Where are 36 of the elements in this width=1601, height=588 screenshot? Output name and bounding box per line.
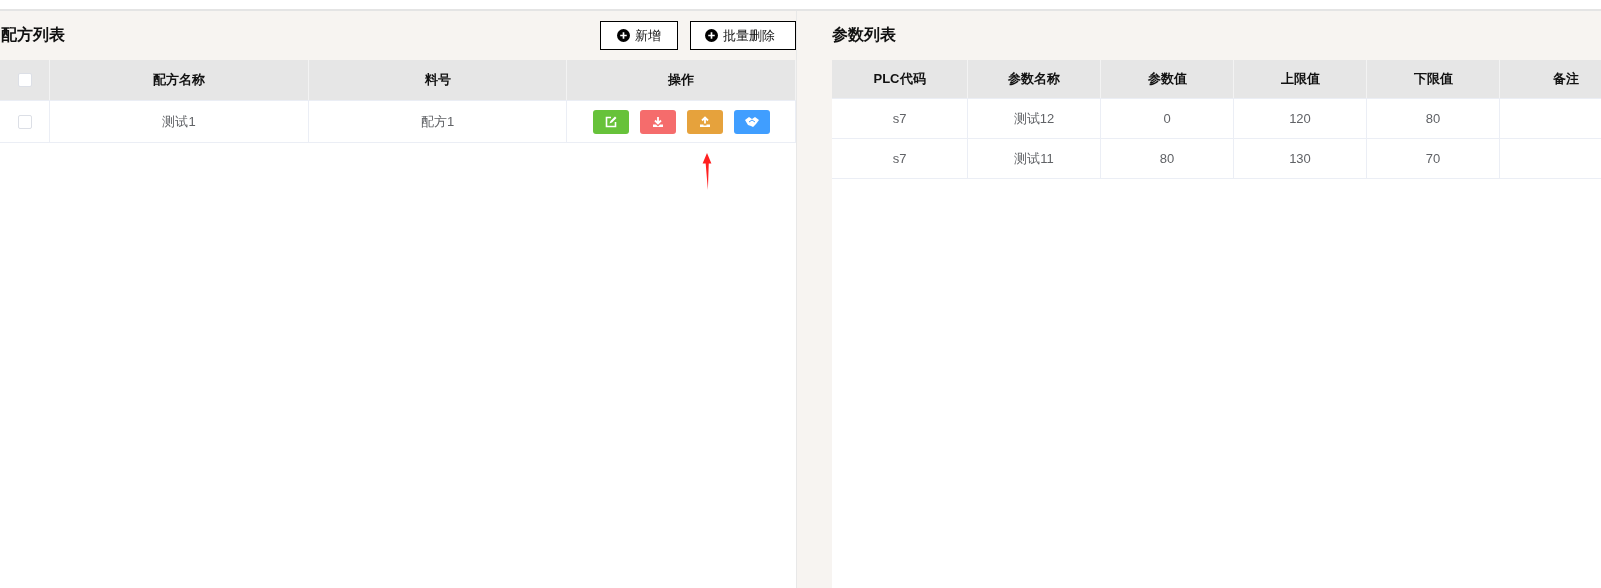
table-cell: 130 [1289, 151, 1311, 166]
column-header: 参数名称 [1008, 70, 1060, 88]
table-cell: 配方1 [420, 112, 455, 131]
column-header: 参数值 [1147, 70, 1187, 88]
column-header: 下限值 [1413, 70, 1453, 88]
column-header: 备注 [1553, 70, 1579, 88]
table-cell: 120 [1289, 111, 1311, 126]
upload-button[interactable] [686, 109, 723, 134]
table-cell: s7 [892, 151, 907, 166]
download-icon [651, 115, 664, 128]
panel-title: 配方列表 [1, 25, 65, 45]
column-header: 操作 [668, 71, 694, 89]
upload-icon [698, 115, 711, 128]
edit-button[interactable] [592, 109, 629, 134]
table-cell: 0 [1163, 111, 1171, 126]
table-cell: 80 [1159, 151, 1175, 166]
edit-icon [604, 115, 617, 128]
column-header: 料号 [424, 71, 451, 89]
download-button[interactable] [639, 109, 676, 134]
toolbar-button[interactable]: 批量删除 [690, 21, 796, 50]
table-cell: 70 [1425, 151, 1441, 166]
column-header: 上限值 [1280, 70, 1320, 88]
table-cell: 测试1 [162, 112, 196, 131]
table-cell: 测试11 [1014, 149, 1054, 168]
select-all-checkbox[interactable] [17, 73, 32, 87]
table-cell: 80 [1425, 111, 1441, 126]
column-header: PLC代码 [873, 70, 926, 88]
toolbar-button[interactable]: 新增 [600, 21, 678, 50]
column-header: 配方名称 [153, 71, 205, 89]
plus-circle-icon [617, 29, 630, 42]
handshake-button[interactable] [733, 109, 770, 134]
panel-title: 参数列表 [832, 25, 896, 45]
plus-circle-icon [705, 29, 718, 42]
table-cell: s7 [892, 111, 907, 126]
table-cell: 测试12 [1013, 109, 1055, 128]
row-checkbox[interactable] [17, 114, 32, 129]
